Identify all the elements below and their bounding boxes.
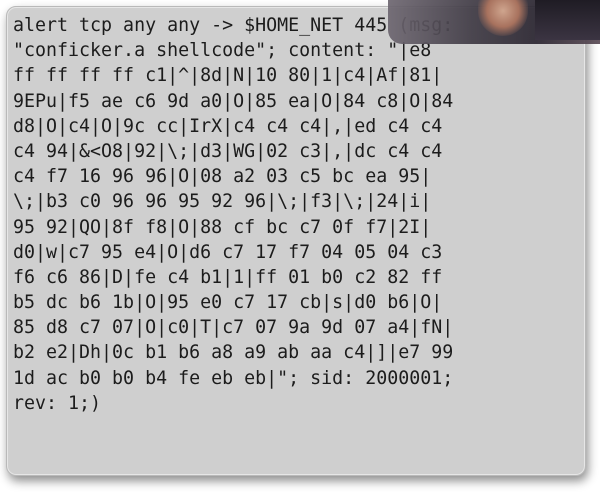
code-line: 85 d8 c7 07|O|c0|T|c7 07 9a 9d 07 a4|fN|: [13, 317, 454, 339]
code-line: 95 92|QO|8f f8|O|88 cf bc c7 0f f7|2I|: [13, 216, 432, 238]
code-line: d0|w|c7 95 e4|O|d6 c7 17 f7 04 05 04 c3: [13, 241, 443, 263]
code-line: d8|O|c4|O|9c cc|IrX|c4 c4 c4|,|ed c4 c4: [13, 115, 443, 137]
code-line: f6 c6 86|D|fe c4 b1|1|ff 01 b0 c2 82 ff: [13, 266, 443, 288]
snort-rule-code: alert tcp any any -> $HOME_NET 445 (msg:…: [13, 13, 583, 416]
code-line: \;|b3 c0 96 96 95 92 96|\;|f3|\;|24|i|: [13, 191, 432, 213]
code-line: 9EPu|f5 ae c6 9d a0|O|85 ea|O|84 c8|O|84: [13, 90, 454, 112]
code-line: rev: 1;): [13, 392, 102, 414]
video-background: [535, 0, 600, 40]
code-line: ff ff ff ff c1|^|8d|N|10 80|1|c4|Af|81|: [13, 65, 443, 87]
code-line: b2 e2|Dh|0c b1 b6 a8 a9 ab aa c4|]|e7 99: [13, 342, 454, 364]
code-line: 1d ac b0 b0 b4 fe eb eb|"; sid: 2000001;: [13, 367, 454, 389]
code-window: alert tcp any any -> $HOME_NET 445 (msg:…: [6, 6, 586, 476]
code-line: c4 94|&<O8|92|\;|d3|WG|02 c3|,|dc c4 c4: [13, 140, 443, 162]
code-line: c4 f7 16 96 96|O|08 a2 03 c5 bc ea 95|: [13, 166, 432, 188]
code-line: b5 dc b6 1b|O|95 e0 c7 17 cb|s|d0 b6|O|: [13, 292, 443, 314]
